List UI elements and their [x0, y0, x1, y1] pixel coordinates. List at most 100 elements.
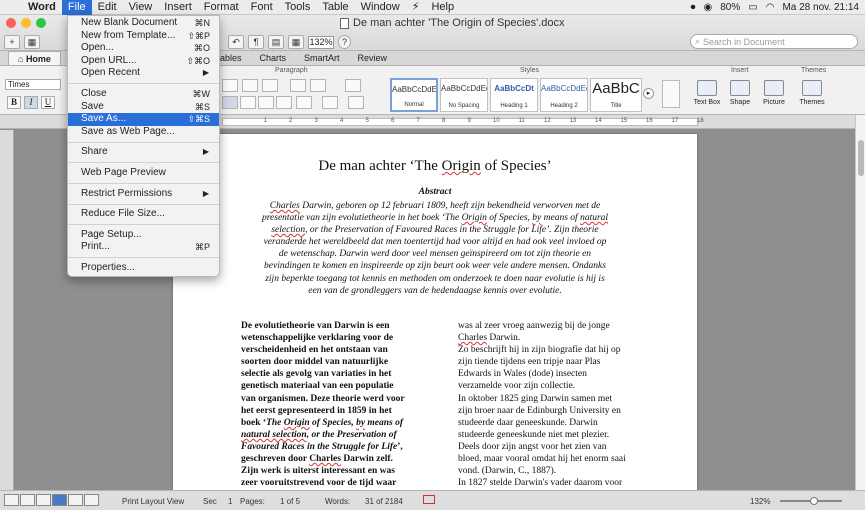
justify-icon[interactable] — [276, 96, 292, 109]
file-menu-item-share[interactable]: Share ▶ — [68, 146, 219, 159]
column-line: In 1827 stelde Darwin's vader daarom voo… — [458, 478, 623, 489]
columns-icon[interactable] — [345, 79, 361, 92]
file-menu-item-close[interactable]: Close ⌘W — [68, 88, 219, 101]
minimize-window-button[interactable] — [21, 18, 31, 28]
italic-button[interactable]: I — [24, 96, 38, 109]
tab-smartart[interactable]: SmartArt — [295, 51, 349, 65]
font-name-field[interactable]: Times — [5, 79, 61, 90]
datetime[interactable]: Ma 28 nov. 21:14 — [782, 2, 859, 13]
publishing-view-button[interactable] — [36, 494, 51, 506]
templates-icon[interactable]: ▦ — [24, 35, 40, 49]
style-title[interactable]: AaBbC Title — [590, 78, 642, 112]
proofing-icon[interactable] — [423, 495, 435, 504]
themes-button[interactable]: Themes — [794, 80, 830, 106]
menu-window[interactable]: Window — [355, 0, 406, 15]
outdent-icon[interactable] — [290, 79, 306, 92]
sidebar-icon[interactable]: ▤ — [268, 35, 284, 49]
pages-label: Pages: — [240, 497, 265, 506]
vertical-ruler[interactable] — [0, 130, 14, 490]
record-icon[interactable]: ⏺ — [691, 2, 696, 13]
file-menu-item-save-as[interactable]: Save As... ⇧⌘S — [68, 113, 219, 126]
styles-more-icon[interactable]: ▸ — [643, 88, 654, 99]
menu-view[interactable]: View — [123, 0, 159, 15]
new-doc-icon[interactable]: + — [4, 35, 20, 49]
file-menu-item-properties[interactable]: Properties... — [68, 262, 219, 275]
circle-icon[interactable]: ◉ — [704, 2, 713, 13]
menu-app[interactable]: Word — [22, 0, 62, 15]
zoom-field[interactable]: 132% — [308, 35, 334, 49]
bullets-icon[interactable] — [222, 79, 238, 92]
gallery-icon[interactable]: ▦ — [288, 35, 304, 49]
file-menu-item-open-url[interactable]: Open URL... ⇧⌘O — [68, 55, 219, 68]
menu-edit[interactable]: Edit — [92, 0, 123, 15]
numbering-icon[interactable] — [242, 79, 258, 92]
menu-font[interactable]: Font — [245, 0, 279, 15]
file-menu-item-restrict-permissions[interactable]: Restrict Permissions ▶ — [68, 188, 219, 201]
vertical-scrollbar[interactable] — [855, 115, 865, 490]
style-normal[interactable]: AaBbCcDdEe Normal — [390, 78, 438, 112]
undo-icon[interactable]: ↶ — [228, 35, 244, 49]
shading-icon[interactable] — [322, 96, 338, 109]
wifi-icon[interactable]: ◠ — [766, 2, 775, 13]
document-page[interactable]: De man achter ‘The Origin of Species’ Ab… — [173, 134, 697, 494]
menu-table[interactable]: Table — [316, 0, 354, 15]
borders-icon[interactable] — [348, 96, 364, 109]
menu-script-icon[interactable]: ⚡︎ — [406, 0, 426, 15]
view-buttons — [4, 494, 99, 506]
line-spacing-icon[interactable] — [296, 96, 312, 109]
file-menu-item-new-blank-document[interactable]: New Blank Document ⌘N — [68, 17, 219, 30]
menu-format[interactable]: Format — [198, 0, 245, 15]
multilevel-icon[interactable] — [262, 79, 278, 92]
style-name: No Spacing — [448, 103, 480, 109]
abstract-line: bevindingen te komen en inspireerde op z… — [264, 261, 606, 272]
focus-view-button[interactable] — [84, 494, 99, 506]
menu-tools[interactable]: Tools — [279, 0, 317, 15]
style-heading-1[interactable]: AaBbCcDt Heading 1 — [490, 78, 538, 112]
align-left-icon[interactable] — [222, 96, 238, 109]
file-menu-item-save-as-web-page[interactable]: Save as Web Page... — [68, 126, 219, 139]
notebook-view-button[interactable] — [68, 494, 83, 506]
battery-icon[interactable]: ▭ — [748, 2, 757, 13]
text-box-button[interactable]: Text Box — [689, 80, 725, 106]
file-menu-item-reduce-file-size[interactable]: Reduce File Size... — [68, 208, 219, 221]
file-menu-item-page-setup[interactable]: Page Setup... — [68, 229, 219, 242]
search-field[interactable]: ⌕ Search in Document — [690, 34, 858, 49]
outline-view-button[interactable] — [20, 494, 35, 506]
zoom-window-button[interactable] — [36, 18, 46, 28]
underline-button[interactable]: U — [41, 96, 55, 109]
align-center-icon[interactable] — [240, 96, 256, 109]
style-heading-2[interactable]: AaBbCcDdEe Heading 2 — [540, 78, 588, 112]
menu-insert[interactable]: Insert — [158, 0, 198, 15]
tab-home[interactable]: ⌂ Home — [8, 51, 61, 65]
tab-charts[interactable]: Charts — [250, 51, 295, 65]
pilcrow-icon[interactable]: ¶ — [248, 35, 264, 49]
ruler-tick-label: 2 — [289, 118, 293, 124]
column-line: zijn tiende tijdens een tripje naar Plas — [458, 357, 601, 368]
styles-pane-icon[interactable] — [662, 80, 680, 108]
menu-file[interactable]: File — [61, 0, 92, 15]
file-menu-item-new-from-template[interactable]: New from Template... ⇧⌘P — [68, 30, 219, 43]
print-layout-view-button[interactable] — [52, 494, 67, 506]
file-menu-item-save[interactable]: Save ⌘S — [68, 101, 219, 114]
scrollbar-thumb[interactable] — [858, 140, 864, 176]
zoom-slider-knob[interactable] — [810, 497, 818, 505]
shape-button[interactable]: Shape — [722, 80, 758, 106]
menu-help[interactable]: Help — [425, 0, 460, 15]
battery-percent[interactable]: 80% — [720, 2, 740, 13]
menu-separator — [68, 257, 219, 259]
align-right-icon[interactable] — [258, 96, 274, 109]
close-window-button[interactable] — [6, 18, 16, 28]
bold-button[interactable]: B — [7, 96, 21, 109]
draft-view-button[interactable] — [4, 494, 19, 506]
zoom-slider[interactable] — [780, 497, 842, 505]
abstract-line: zijn beperkte toegang tot kennis en meth… — [265, 273, 605, 284]
picture-button[interactable]: Picture — [756, 80, 792, 106]
help-icon[interactable]: ? — [338, 35, 351, 49]
file-menu-item-print[interactable]: Print... ⌘P — [68, 241, 219, 254]
indent-icon[interactable] — [310, 79, 326, 92]
style-no-spacing[interactable]: AaBbCcDdEe No Spacing — [440, 78, 488, 112]
file-menu-item-open[interactable]: Open... ⌘O — [68, 42, 219, 55]
tab-review[interactable]: Review — [349, 51, 397, 65]
file-menu-item-open-recent[interactable]: Open Recent ▶ — [68, 67, 219, 80]
file-menu-item-web-page-preview[interactable]: Web Page Preview — [68, 167, 219, 180]
